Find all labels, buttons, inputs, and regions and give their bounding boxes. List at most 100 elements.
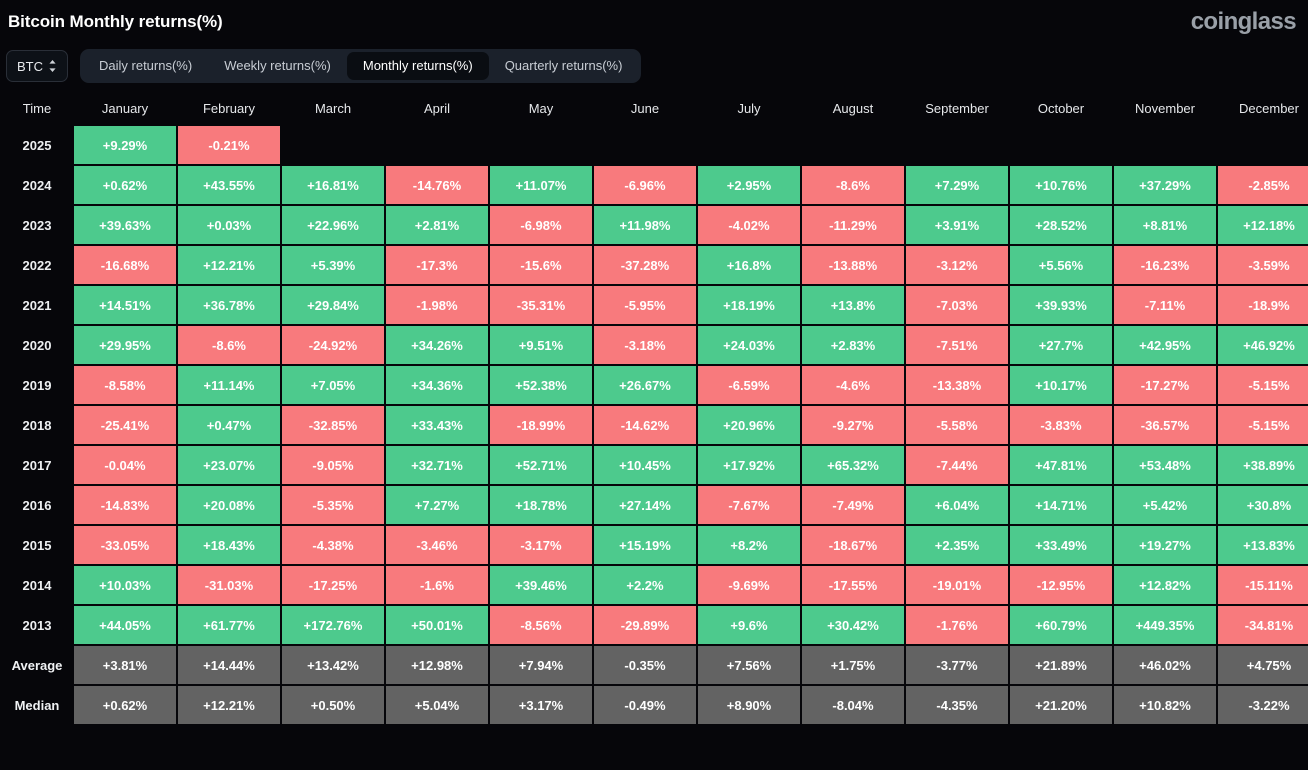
cell-2018-july: +20.96% xyxy=(698,406,800,444)
cell-average-september: -3.77% xyxy=(906,646,1008,684)
cell-2013-november: +449.35% xyxy=(1114,606,1216,644)
cell-2013-august: +30.42% xyxy=(802,606,904,644)
cell-2017-april: +32.71% xyxy=(386,446,488,484)
table-row: 2015 -33.05% +18.43% -4.38% -3.46% -3.17% +15.… xyxy=(2,526,1308,564)
cell-2019-april: +34.36% xyxy=(386,366,488,404)
cell-2024-february: +43.55% xyxy=(178,166,280,204)
cell-2017-july: +17.92% xyxy=(698,446,800,484)
cell-empty xyxy=(1114,126,1216,164)
row-label-2018: 2018 xyxy=(2,406,72,444)
cell-2018-november: -36.57% xyxy=(1114,406,1216,444)
cell-2019-september: -13.38% xyxy=(906,366,1008,404)
cell-2021-august: +13.8% xyxy=(802,286,904,324)
cell-2024-april: -14.76% xyxy=(386,166,488,204)
cell-2024-march: +16.81% xyxy=(282,166,384,204)
column-header-time: Time xyxy=(2,92,72,124)
table-row: 2016 -14.83% +20.08% -5.35% +7.27% +18.78% +27… xyxy=(2,486,1308,524)
cell-2020-september: -7.51% xyxy=(906,326,1008,364)
symbol-select-btc[interactable]: BTC xyxy=(6,50,68,82)
cell-2020-july: +24.03% xyxy=(698,326,800,364)
table-body: 2025 +9.29% -0.21% 2024 +0.62% +43.55% +16.81%… xyxy=(2,126,1308,724)
column-header-may: May xyxy=(490,92,592,124)
cell-2013-may: -8.56% xyxy=(490,606,592,644)
tab-quarterly-returns[interactable]: Quarterly returns(%) xyxy=(489,52,639,80)
cell-2018-december: -5.15% xyxy=(1218,406,1308,444)
column-header-september: September xyxy=(906,92,1008,124)
cell-2024-october: +10.76% xyxy=(1010,166,1112,204)
cell-2015-june: +15.19% xyxy=(594,526,696,564)
cell-2016-april: +7.27% xyxy=(386,486,488,524)
cell-empty xyxy=(594,126,696,164)
cell-average-january: +3.81% xyxy=(74,646,176,684)
cell-2020-june: -3.18% xyxy=(594,326,696,364)
cell-2021-february: +36.78% xyxy=(178,286,280,324)
table-row: 2021 +14.51% +36.78% +29.84% -1.98% -35.31% -5… xyxy=(2,286,1308,324)
cell-2017-march: -9.05% xyxy=(282,446,384,484)
cell-2021-november: -7.11% xyxy=(1114,286,1216,324)
cell-empty xyxy=(1218,126,1308,164)
cell-2020-february: -8.6% xyxy=(178,326,280,364)
cell-median-august: -8.04% xyxy=(802,686,904,724)
cell-2020-august: +2.83% xyxy=(802,326,904,364)
row-label-2023: 2023 xyxy=(2,206,72,244)
cell-median-april: +5.04% xyxy=(386,686,488,724)
cell-2016-june: +27.14% xyxy=(594,486,696,524)
cell-2015-may: -3.17% xyxy=(490,526,592,564)
column-header-december: December xyxy=(1218,92,1308,124)
cell-2016-december: +30.8% xyxy=(1218,486,1308,524)
cell-2013-july: +9.6% xyxy=(698,606,800,644)
tab-monthly-returns[interactable]: Monthly returns(%) xyxy=(346,52,489,80)
cell-average-august: +1.75% xyxy=(802,646,904,684)
cell-2023-january: +39.63% xyxy=(74,206,176,244)
cell-2022-december: -3.59% xyxy=(1218,246,1308,284)
cell-2021-april: -1.98% xyxy=(386,286,488,324)
cell-2016-august: -7.49% xyxy=(802,486,904,524)
row-label-2025: 2025 xyxy=(2,126,72,164)
column-header-february: February xyxy=(178,92,280,124)
cell-2021-may: -35.31% xyxy=(490,286,592,324)
cell-2019-february: +11.14% xyxy=(178,366,280,404)
cell-2013-april: +50.01% xyxy=(386,606,488,644)
tab-weekly-returns[interactable]: Weekly returns(%) xyxy=(208,52,347,80)
cell-2015-december: +13.83% xyxy=(1218,526,1308,564)
cell-2024-june: -6.96% xyxy=(594,166,696,204)
cell-2022-april: -17.3% xyxy=(386,246,488,284)
cell-average-july: +7.56% xyxy=(698,646,800,684)
cell-average-november: +46.02% xyxy=(1114,646,1216,684)
cell-2018-february: +0.47% xyxy=(178,406,280,444)
cell-2019-may: +52.38% xyxy=(490,366,592,404)
cell-2021-october: +39.93% xyxy=(1010,286,1112,324)
cell-2013-january: +44.05% xyxy=(74,606,176,644)
row-label-2017: 2017 xyxy=(2,446,72,484)
cell-median-may: +3.17% xyxy=(490,686,592,724)
cell-2024-september: +7.29% xyxy=(906,166,1008,204)
cell-median-september: -4.35% xyxy=(906,686,1008,724)
returns-period-tabs: Daily returns(%) Weekly returns(%) Month… xyxy=(80,49,642,83)
table-row: 2019 -8.58% +11.14% +7.05% +34.36% +52.38% +26… xyxy=(2,366,1308,404)
cell-empty xyxy=(802,126,904,164)
cell-2022-august: -13.88% xyxy=(802,246,904,284)
cell-2017-september: -7.44% xyxy=(906,446,1008,484)
cell-median-october: +21.20% xyxy=(1010,686,1112,724)
cell-2020-april: +34.26% xyxy=(386,326,488,364)
cell-2023-february: +0.03% xyxy=(178,206,280,244)
cell-2015-july: +8.2% xyxy=(698,526,800,564)
cell-2014-september: -19.01% xyxy=(906,566,1008,604)
cell-2019-november: -17.27% xyxy=(1114,366,1216,404)
cell-2023-july: -4.02% xyxy=(698,206,800,244)
cell-2018-april: +33.43% xyxy=(386,406,488,444)
cell-median-january: +0.62% xyxy=(74,686,176,724)
toolbar: BTC Daily returns(%) Weekly returns(%) M… xyxy=(6,49,642,83)
cell-median-june: -0.49% xyxy=(594,686,696,724)
cell-2013-october: +60.79% xyxy=(1010,606,1112,644)
table-row: 2017 -0.04% +23.07% -9.05% +32.71% +52.71% +10… xyxy=(2,446,1308,484)
table-row: 2023 +39.63% +0.03% +22.96% +2.81% -6.98% +11.… xyxy=(2,206,1308,244)
table-row: 2013 +44.05% +61.77% +172.76% +50.01% -8.56% -… xyxy=(2,606,1308,644)
cell-2015-january: -33.05% xyxy=(74,526,176,564)
cell-2022-july: +16.8% xyxy=(698,246,800,284)
tab-daily-returns[interactable]: Daily returns(%) xyxy=(83,52,208,80)
cell-2023-march: +22.96% xyxy=(282,206,384,244)
row-label-2022: 2022 xyxy=(2,246,72,284)
cell-median-december: -3.22% xyxy=(1218,686,1308,724)
cell-2017-october: +47.81% xyxy=(1010,446,1112,484)
